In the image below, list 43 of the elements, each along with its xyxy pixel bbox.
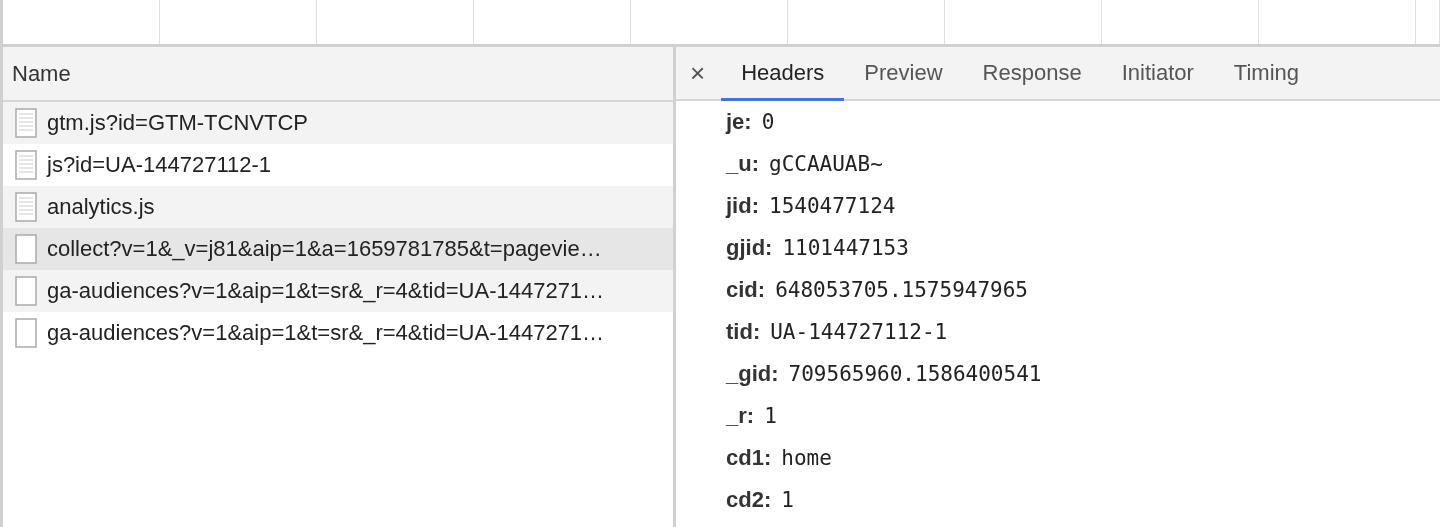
tab[interactable]: Timing [1213, 47, 1320, 101]
blank-file-icon [15, 234, 37, 264]
request-row[interactable]: collect?v=1&_v=j81&aip=1&a=1659781785&t=pagevie… [3, 228, 673, 270]
request-name: ga-audiences?v=1&aip=1&t=sr&_r=4&tid=UA-1447271… [47, 278, 605, 304]
param-value: UA-144727112-1 [770, 320, 948, 344]
param-value: 1 [764, 404, 777, 428]
param-key: cd2: [726, 487, 772, 513]
param-value: 1540477124 [769, 194, 896, 218]
document-icon [15, 192, 37, 222]
tab[interactable]: Preview [844, 47, 963, 101]
document-icon [15, 150, 37, 180]
close-button[interactable]: × [690, 47, 722, 99]
request-name: js?id=UA-144727112-1 [47, 152, 272, 178]
request-row[interactable]: analytics.js [3, 186, 673, 228]
param-key: cd1: [726, 445, 772, 471]
tab[interactable]: Response [962, 47, 1102, 101]
param-value: 1 [781, 488, 794, 512]
tab[interactable]: Initiator [1101, 47, 1214, 101]
param-key: je: [726, 109, 752, 135]
request-name: analytics.js [47, 194, 155, 220]
request-name: gtm.js?id=GTM-TCNVTCP [47, 110, 308, 136]
param-key: tid: [726, 319, 761, 345]
document-icon [15, 108, 37, 138]
param-value: 709565960.1586400541 [788, 362, 1042, 386]
param-key: jid: [726, 193, 759, 219]
param-key: _r: [726, 403, 755, 429]
column-header: Name [3, 47, 673, 102]
param-value: 0 [761, 110, 775, 134]
param-value: home [781, 446, 832, 470]
param-key: cid: [726, 277, 766, 303]
blank-file-icon [15, 318, 37, 348]
param-value: gCCAAUAB~ [769, 152, 883, 176]
param-key: gjid: [726, 235, 773, 261]
blank-file-icon [15, 276, 37, 306]
param-key: _u: [726, 151, 759, 177]
param-value: 1101447153 [782, 236, 909, 260]
request-name: ga-audiences?v=1&aip=1&t=sr&_r=4&tid=UA-1447271… [47, 320, 605, 346]
tab[interactable]: Headers [721, 47, 845, 101]
param-key: _gid: [726, 361, 779, 387]
param-value: 648053705.1575947965 [775, 278, 1028, 302]
request-row[interactable]: gtm.js?id=GTM-TCNVTCP [3, 102, 673, 144]
request-row[interactable]: ga-audiences?v=1&aip=1&t=sr&_r=4&tid=UA-1447271… [3, 270, 673, 312]
request-name: collect?v=1&_v=j81&aip=1&a=1659781785&t=pagevie… [47, 236, 602, 262]
